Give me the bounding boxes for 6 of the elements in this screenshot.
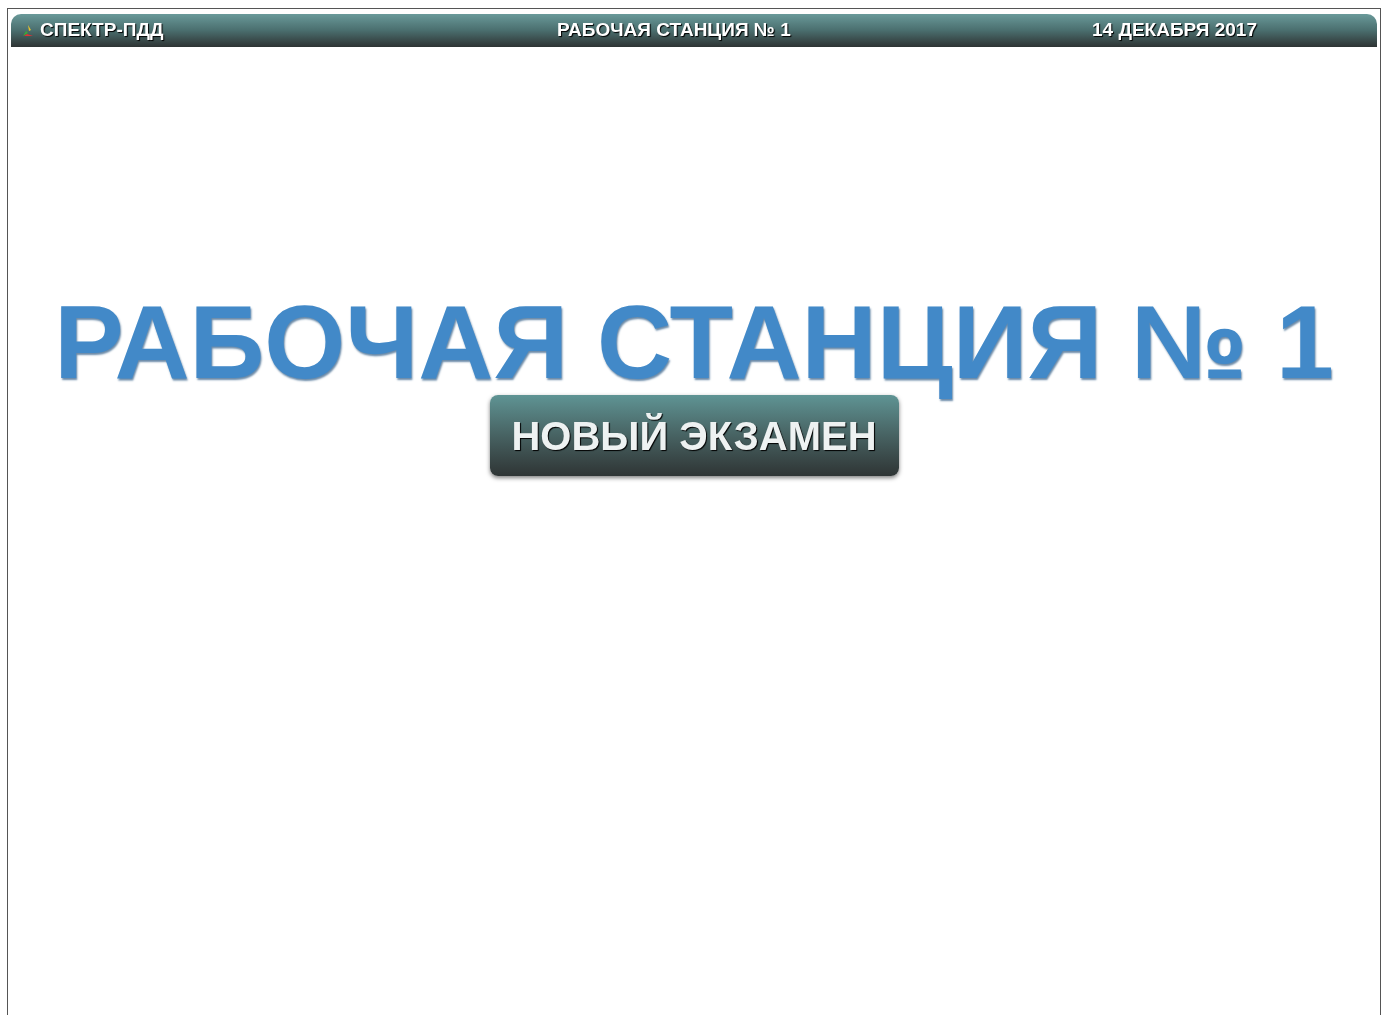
station-name: РАБОЧАЯ СТАНЦИЯ № 1 bbox=[557, 18, 791, 43]
logo-icon bbox=[21, 23, 35, 38]
new-exam-button[interactable]: НОВЫЙ ЭКЗАМЕН bbox=[489, 395, 899, 476]
station-title: РАБОЧАЯ СТАНЦИЯ № 1 bbox=[54, 287, 1334, 397]
app-name: СПЕКТР-ПДД bbox=[40, 18, 164, 43]
date-label: 14 ДЕКАБРЯ 2017 bbox=[1092, 18, 1257, 43]
